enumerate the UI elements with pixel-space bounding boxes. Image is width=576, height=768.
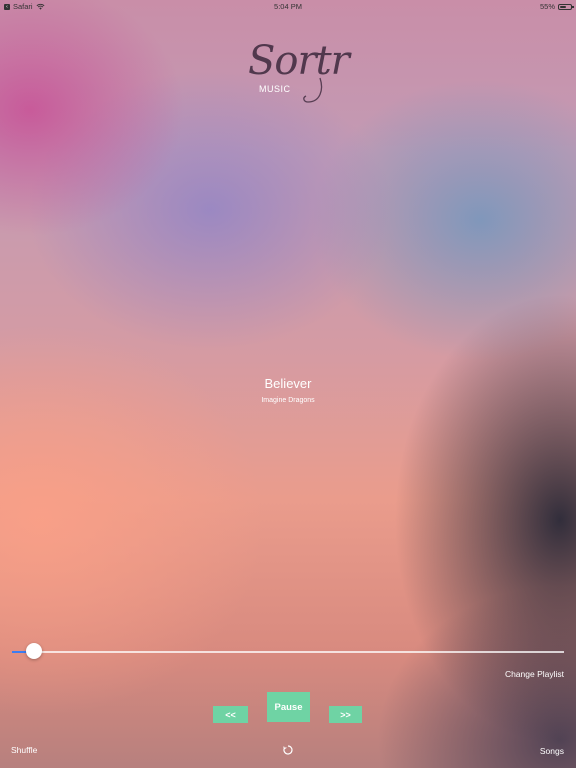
sortr-logo: Sortr MUSIC — [230, 36, 350, 106]
progress-slider[interactable] — [12, 643, 564, 659]
pause-button[interactable]: Pause — [267, 692, 310, 722]
battery-percent: 55% — [539, 2, 555, 11]
logo-swash — [303, 77, 323, 103]
songs-button[interactable]: Songs — [540, 746, 564, 756]
progress-slider-thumb[interactable] — [26, 643, 43, 659]
logo-subtitle: MUSIC — [259, 84, 291, 94]
battery-fill — [560, 5, 566, 8]
status-time: 5:04 PM — [274, 2, 302, 11]
track-artist: Imagine Dragons — [261, 397, 315, 404]
shuffle-button[interactable]: Shuffle — [11, 745, 37, 755]
battery-icon — [558, 3, 574, 10]
track-title: Believer — [264, 376, 312, 391]
status-bar: ‹ Safari 5:04 PM 55% — [0, 0, 576, 14]
change-playlist-button[interactable]: Change Playlist — [505, 669, 564, 679]
previous-button[interactable]: << — [213, 706, 248, 723]
spinner-icon — [283, 745, 293, 755]
next-button[interactable]: >> — [329, 706, 362, 723]
battery-tip — [572, 5, 574, 8]
status-right: 55% — [539, 2, 574, 11]
